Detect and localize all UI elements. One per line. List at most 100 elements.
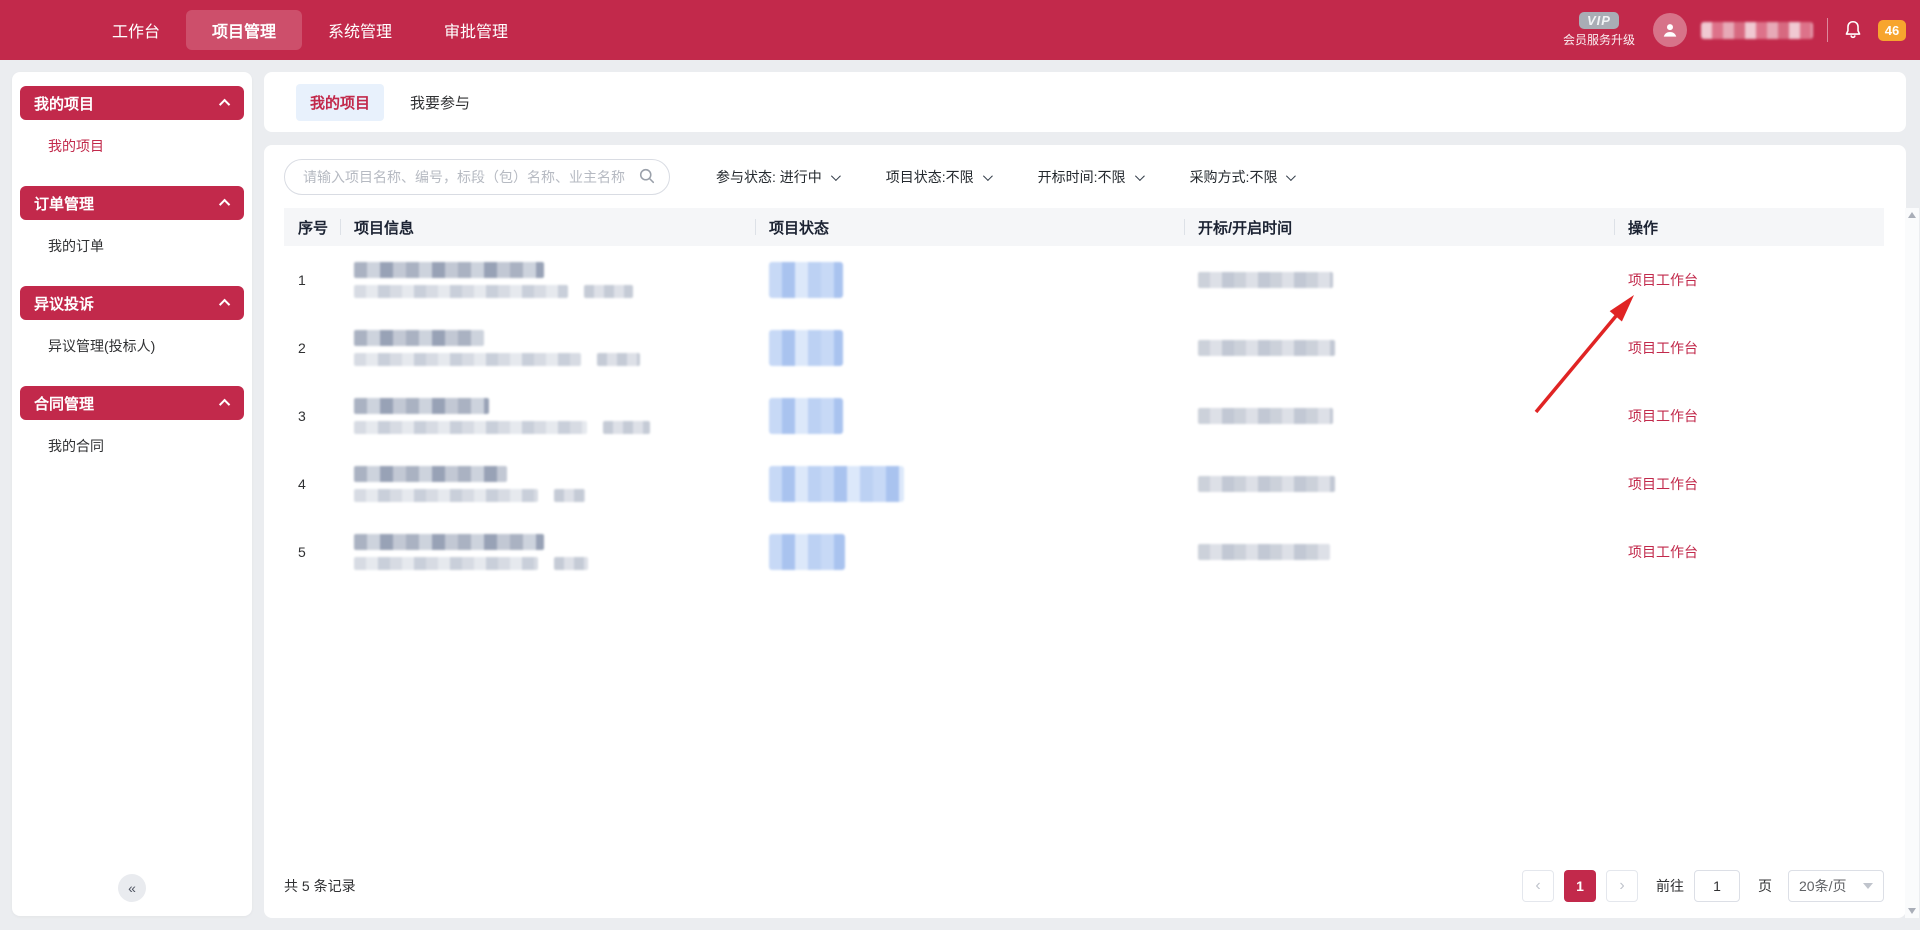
chevron-up-icon bbox=[219, 299, 230, 310]
filter-label: 开标时间:不限 bbox=[1038, 167, 1126, 187]
redacted-opening-time bbox=[1198, 476, 1335, 492]
project-workbench-link[interactable]: 项目工作台 bbox=[1628, 476, 1698, 492]
sidebar-section-my-projects[interactable]: 我的项目 bbox=[20, 86, 244, 120]
redacted-project-name bbox=[354, 534, 544, 550]
scroll-up-icon[interactable] bbox=[1908, 212, 1916, 218]
chevron-up-icon bbox=[219, 199, 230, 210]
goto-suffix: 页 bbox=[1758, 876, 1772, 896]
filter-procurement-method[interactable]: 采购方式:不限 bbox=[1190, 167, 1294, 187]
sidebar-section-order-management[interactable]: 订单管理 bbox=[20, 186, 244, 220]
search-input[interactable] bbox=[284, 159, 670, 195]
nav-item-approval-management[interactable]: 审批管理 bbox=[418, 10, 534, 50]
project-workbench-link[interactable]: 项目工作台 bbox=[1628, 340, 1698, 356]
row-index: 1 bbox=[284, 272, 340, 288]
table-scrollbar[interactable] bbox=[1905, 208, 1919, 918]
filter-label: 项目状态:不限 bbox=[886, 167, 974, 187]
sidebar-item-my-orders[interactable]: 我的订单 bbox=[12, 220, 252, 272]
filter-label: 参与状态: 进行中 bbox=[716, 167, 822, 187]
page-size-value: 20条/页 bbox=[1799, 876, 1846, 896]
column-header-opening-time: 开标/开启时间 bbox=[1184, 217, 1614, 238]
redacted-project-name bbox=[354, 330, 484, 346]
nav-item-workbench[interactable]: 工作台 bbox=[86, 10, 186, 50]
redacted-project-number bbox=[354, 353, 581, 366]
redacted-project-number bbox=[354, 285, 568, 298]
goto-label: 前往 bbox=[1656, 876, 1684, 896]
section-title: 异议投诉 bbox=[34, 293, 94, 314]
table-row: 5 项目工作台 bbox=[284, 518, 1884, 586]
table-row: 2项目工作台 bbox=[284, 314, 1884, 382]
table-row: 3 项目工作台 bbox=[284, 382, 1884, 450]
page-size-select[interactable]: 20条/页 bbox=[1788, 870, 1884, 902]
redacted-opening-time bbox=[1198, 544, 1330, 560]
section-title: 订单管理 bbox=[34, 193, 94, 214]
column-header-index: 序号 bbox=[284, 217, 340, 238]
row-index: 5 bbox=[284, 544, 340, 560]
redacted-project-name bbox=[354, 398, 489, 414]
chevron-up-icon bbox=[219, 99, 230, 110]
scroll-down-icon[interactable] bbox=[1908, 908, 1916, 914]
filter-label: 采购方式:不限 bbox=[1190, 167, 1278, 187]
redacted-project-name bbox=[354, 262, 544, 278]
notification-bell-icon[interactable] bbox=[1842, 19, 1864, 41]
redacted-status-badge bbox=[769, 398, 843, 434]
redacted-project-name bbox=[354, 466, 507, 482]
next-page-button[interactable]: › bbox=[1606, 870, 1638, 902]
chevron-down-icon bbox=[1135, 171, 1145, 181]
table-footer: 共 5 条记录 ‹ 1 › 前往 页 20条/页 bbox=[284, 864, 1884, 908]
sidebar-item-my-contracts[interactable]: 我的合同 bbox=[12, 420, 252, 472]
redacted-opening-time bbox=[1198, 272, 1333, 288]
chevron-down-icon bbox=[983, 171, 993, 181]
project-workbench-link[interactable]: 项目工作台 bbox=[1628, 544, 1698, 560]
sidebar-section-objection-complaint[interactable]: 异议投诉 bbox=[20, 286, 244, 320]
project-workbench-link[interactable]: 项目工作台 bbox=[1628, 408, 1698, 424]
prev-page-button[interactable]: ‹ bbox=[1522, 870, 1554, 902]
table-row: 1 项目工作台 bbox=[284, 246, 1884, 314]
current-page-button[interactable]: 1 bbox=[1564, 870, 1596, 902]
row-index: 3 bbox=[284, 408, 340, 424]
filter-bid-opening-time[interactable]: 开标时间:不限 bbox=[1038, 167, 1142, 187]
redacted-project-tag bbox=[597, 353, 640, 366]
chevron-down-icon bbox=[1863, 883, 1873, 889]
section-title: 我的项目 bbox=[34, 93, 94, 114]
redacted-project-number bbox=[354, 421, 587, 434]
user-avatar[interactable] bbox=[1653, 13, 1687, 47]
vip-caption: 会员服务升级 bbox=[1563, 31, 1635, 48]
table-header: 序号 项目信息 项目状态 开标/开启时间 操作 bbox=[284, 208, 1884, 246]
filter-project-status[interactable]: 项目状态:不限 bbox=[886, 167, 990, 187]
notification-count-badge[interactable]: 46 bbox=[1878, 20, 1906, 41]
sidebar-section-contract-management[interactable]: 合同管理 bbox=[20, 386, 244, 420]
chevron-up-icon bbox=[219, 399, 230, 410]
redacted-project-number bbox=[354, 489, 538, 502]
sidebar-collapse-button[interactable]: « bbox=[118, 874, 146, 902]
sidebar-item-objection-management[interactable]: 异议管理(投标人) bbox=[12, 320, 252, 372]
redacted-project-tag bbox=[584, 285, 633, 298]
redacted-status-badge bbox=[769, 330, 843, 366]
tab-want-to-participate[interactable]: 我要参与 bbox=[410, 92, 470, 113]
redacted-status-badge bbox=[769, 262, 843, 298]
content-panel: 参与状态: 进行中 项目状态:不限 开标时间:不限 采购方式:不限 序号 项目信… bbox=[264, 145, 1906, 918]
tab-my-projects[interactable]: 我的项目 bbox=[296, 84, 384, 121]
redacted-project-tag bbox=[554, 489, 585, 502]
table-row: 4 项目工作台 bbox=[284, 450, 1884, 518]
divider bbox=[1827, 18, 1828, 42]
row-index: 4 bbox=[284, 476, 340, 492]
redacted-opening-time bbox=[1198, 408, 1333, 424]
redacted-project-tag bbox=[603, 421, 650, 434]
search-icon[interactable] bbox=[638, 167, 656, 185]
search-box bbox=[284, 159, 670, 195]
redacted-username bbox=[1701, 22, 1813, 39]
pagination: ‹ 1 › 前往 页 20条/页 bbox=[1522, 870, 1884, 902]
sidebar-item-my-projects[interactable]: 我的项目 bbox=[12, 120, 252, 172]
chevron-down-icon bbox=[1286, 171, 1296, 181]
main-menu: 工作台 项目管理 系统管理 审批管理 bbox=[86, 0, 534, 60]
total-records-text: 共 5 条记录 bbox=[284, 876, 356, 896]
column-header-project-status: 项目状态 bbox=[755, 217, 1184, 238]
goto-page-input[interactable] bbox=[1694, 870, 1740, 902]
filter-participation-status[interactable]: 参与状态: 进行中 bbox=[716, 167, 838, 187]
column-header-project-info: 项目信息 bbox=[340, 217, 755, 238]
nav-item-system-management[interactable]: 系统管理 bbox=[302, 10, 418, 50]
project-workbench-link[interactable]: 项目工作台 bbox=[1628, 272, 1698, 288]
vip-upgrade[interactable]: VIP 会员服务升级 bbox=[1563, 12, 1635, 48]
nav-item-project-management[interactable]: 项目管理 bbox=[186, 10, 302, 50]
section-title: 合同管理 bbox=[34, 393, 94, 414]
